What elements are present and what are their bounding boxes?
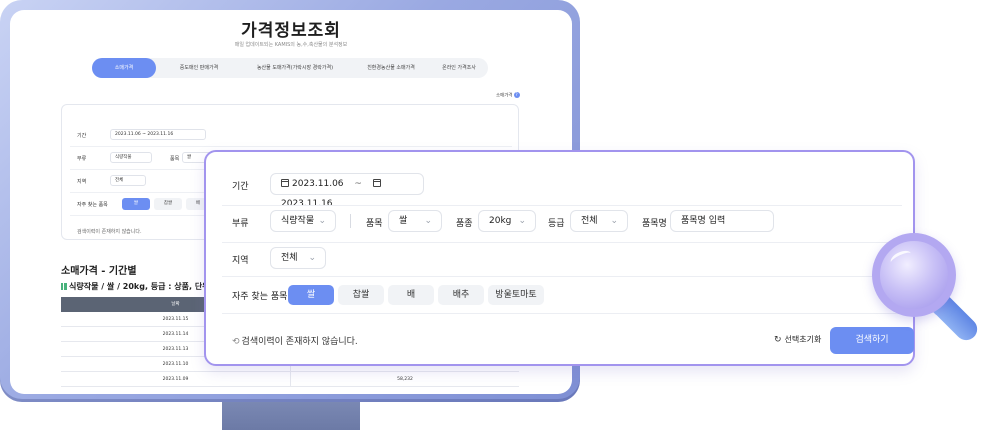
period-label: 기간 (232, 182, 249, 192)
chevron-down-icon: ⌄ (308, 253, 316, 263)
item-select[interactable]: 쌀 ⌄ (388, 210, 442, 232)
date-start: 2023.11.06 (292, 179, 344, 189)
mini-history-text: 검색이력이 존재하지 않습니다. (77, 229, 142, 235)
region-value: 전체 (281, 253, 298, 263)
mini-date-start: 2023.11.06 (115, 132, 141, 137)
tab-retail-price[interactable]: 소매가격 (92, 58, 156, 78)
reset-icon: ↻ (774, 335, 782, 345)
item-value: 쌀 (399, 216, 408, 226)
chip-cabbage[interactable]: 배추 (438, 285, 484, 305)
chevron-down-icon: ⌄ (518, 216, 526, 226)
magnifier-icon (872, 233, 956, 317)
mini-category-select[interactable]: 식량작물 (110, 152, 152, 163)
price-tabs: 소매가격 중도매인 판매가격 농산물 도매가격(가락시장 경락가격) 친환경농산… (92, 58, 488, 78)
variety-value: 20kg (489, 216, 512, 226)
calendar-icon (281, 179, 289, 187)
date-range-picker[interactable]: 2023.11.06 ~ 2023.11.16 (270, 173, 424, 209)
calendar-icon (372, 179, 381, 187)
zoomed-filter-panel: 기간 2023.11.06 ~ 2023.11.16 부류 식량작물 ⌄ 품목 쌀… (204, 150, 915, 366)
mini-date-range[interactable]: 2023.11.06 ~ 2023.11.16 (110, 129, 206, 140)
chip-rice[interactable]: 쌀 (288, 285, 334, 305)
product-name-label: 품목명 (642, 219, 667, 229)
mini-region-label: 지역 (77, 179, 87, 185)
table-cell-date: 2023.11.09 (162, 377, 189, 382)
item-label: 품목 (366, 219, 383, 229)
history-icon: ⟲ (232, 337, 240, 347)
table-row: 2023.11.09 58,232 (61, 372, 519, 387)
chip-pear[interactable]: 배 (388, 285, 434, 305)
mini-divider (70, 146, 512, 147)
product-name-placeholder: 품목명 입력 (681, 216, 726, 226)
mini-category-label: 부류 (77, 156, 87, 162)
reset-button[interactable]: ↻ 선택초기화 (774, 334, 821, 345)
mini-frequent-label: 자주 찾는 품목 (77, 202, 108, 208)
row-divider (222, 313, 902, 314)
chevron-down-icon: ⌄ (318, 216, 326, 226)
tab-online-survey[interactable]: 온라인 가격조사 (430, 58, 488, 78)
tab-eco-retail-price[interactable]: 친환경농산물 소매가격 (352, 58, 430, 78)
frequent-items-label: 자주 찾는 품목 (232, 292, 288, 302)
bar-chart-icon (61, 283, 67, 290)
help-link[interactable]: 소매가격? (496, 92, 520, 99)
date-separator: ~ (354, 179, 362, 189)
row-divider (222, 205, 902, 206)
table-cell-price: 58,232 (290, 372, 519, 387)
mini-item-label: 품목 (170, 156, 180, 162)
category-select[interactable]: 식량작물 ⌄ (270, 210, 336, 232)
mini-region-select[interactable]: 전체 (110, 175, 146, 186)
mini-date-end: 2023.11.16 (147, 132, 174, 137)
help-icon: ? (513, 92, 520, 98)
vertical-separator (350, 214, 351, 228)
chip-cherry-tomato[interactable]: 방울토마토 (488, 285, 544, 305)
tab-wholesaler-price[interactable]: 중도매인 판매가격 (162, 58, 236, 78)
category-label: 부류 (232, 219, 249, 229)
results-summary: 식량작물 / 쌀 / 20kg, 등급 : 상품, 단위 : (61, 281, 216, 292)
page-subtitle: 매일 업데이트되는 KAMIS의 농,수,축산물의 분석정보 (234, 42, 348, 48)
tab-wholesale-price[interactable]: 농산물 도매가격(가락시장 경락가격) (238, 58, 352, 78)
mini-chip-glutinous-rice[interactable]: 찹쌀 (154, 198, 182, 210)
category-value: 식량작물 (281, 216, 315, 226)
page-title: 가격정보조회 (241, 21, 341, 41)
variety-label: 품종 (456, 219, 473, 229)
mini-chip-rice[interactable]: 쌀 (122, 198, 150, 210)
grade-label: 등급 (548, 219, 565, 229)
product-name-input[interactable]: 품목명 입력 (670, 210, 774, 232)
grade-value: 전체 (581, 216, 598, 226)
reset-button-label: 선택초기화 (784, 335, 822, 344)
help-link-label: 소매가격 (496, 93, 513, 99)
row-divider (222, 276, 902, 277)
search-history-text: 검색이력이 존재하지 않습니다. (241, 337, 358, 347)
region-select[interactable]: 전체 ⌄ (270, 247, 326, 269)
date-end: 2023.11.16 (281, 199, 333, 209)
variety-select[interactable]: 20kg ⌄ (478, 210, 536, 232)
results-summary-text: 식량작물 / 쌀 / 20kg, 등급 : 상품, 단위 : (69, 282, 216, 291)
chevron-down-icon: ⌄ (424, 216, 432, 226)
row-divider (222, 242, 902, 243)
chevron-down-icon: ⌄ (610, 216, 618, 226)
chip-glutinous-rice[interactable]: 찹쌀 (338, 285, 384, 305)
search-history: ⟲ 검색이력이 존재하지 않습니다. (232, 334, 358, 347)
region-label: 지역 (232, 256, 249, 266)
mini-period-label: 기간 (77, 133, 87, 139)
grade-select[interactable]: 전체 ⌄ (570, 210, 628, 232)
results-section-title: 소매가격 - 기간별 (61, 266, 137, 277)
search-button[interactable]: 검색하기 (830, 327, 914, 354)
mini-date-sep: ~ (142, 132, 146, 137)
